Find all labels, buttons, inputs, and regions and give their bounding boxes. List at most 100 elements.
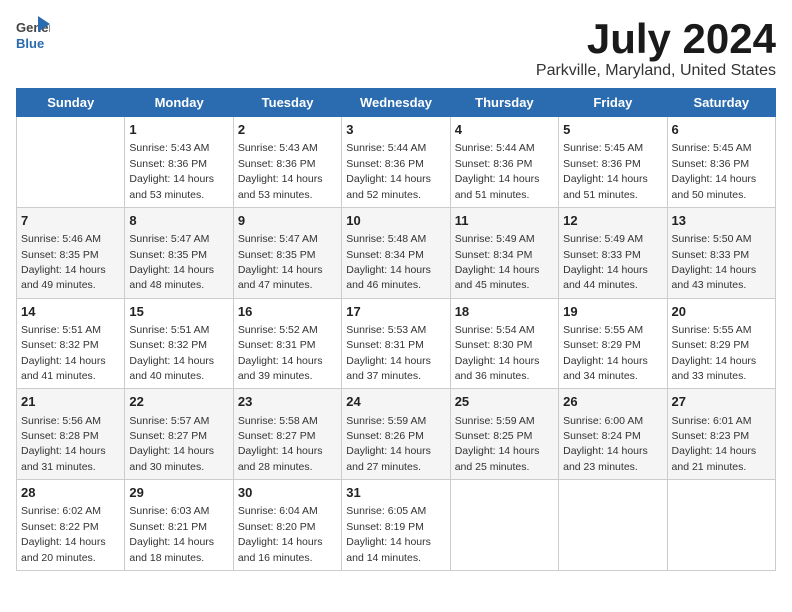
weekday-header: Friday bbox=[559, 89, 667, 117]
day-sunset: Sunset: 8:36 PM bbox=[346, 158, 424, 170]
day-sunrise: Sunrise: 6:05 AM bbox=[346, 505, 426, 517]
calendar-cell: 24 Sunrise: 5:59 AM Sunset: 8:26 PM Dayl… bbox=[342, 389, 450, 480]
day-sunrise: Sunrise: 5:45 AM bbox=[563, 142, 643, 154]
calendar-week-row: 21 Sunrise: 5:56 AM Sunset: 8:28 PM Dayl… bbox=[17, 389, 776, 480]
day-sunset: Sunset: 8:34 PM bbox=[455, 249, 533, 261]
calendar-cell: 14 Sunrise: 5:51 AM Sunset: 8:32 PM Dayl… bbox=[17, 298, 125, 389]
day-sunrise: Sunrise: 6:04 AM bbox=[238, 505, 318, 517]
title-block: July 2024 Parkville, Maryland, United St… bbox=[536, 16, 776, 80]
day-sunset: Sunset: 8:36 PM bbox=[563, 158, 641, 170]
day-daylight: Daylight: 14 hours and 53 minutes. bbox=[238, 173, 323, 200]
calendar-cell: 15 Sunrise: 5:51 AM Sunset: 8:32 PM Dayl… bbox=[125, 298, 233, 389]
day-sunset: Sunset: 8:27 PM bbox=[238, 430, 316, 442]
day-sunrise: Sunrise: 5:59 AM bbox=[455, 415, 535, 427]
page-header: General Blue July 2024 Parkville, Maryla… bbox=[16, 16, 776, 80]
calendar-cell: 21 Sunrise: 5:56 AM Sunset: 8:28 PM Dayl… bbox=[17, 389, 125, 480]
day-daylight: Daylight: 14 hours and 53 minutes. bbox=[129, 173, 214, 200]
day-number: 6 bbox=[672, 121, 771, 139]
day-daylight: Daylight: 14 hours and 45 minutes. bbox=[455, 264, 540, 291]
calendar-cell: 20 Sunrise: 5:55 AM Sunset: 8:29 PM Dayl… bbox=[667, 298, 775, 389]
day-sunset: Sunset: 8:36 PM bbox=[455, 158, 533, 170]
calendar-cell: 18 Sunrise: 5:54 AM Sunset: 8:30 PM Dayl… bbox=[450, 298, 558, 389]
calendar-cell: 11 Sunrise: 5:49 AM Sunset: 8:34 PM Dayl… bbox=[450, 207, 558, 298]
day-number: 14 bbox=[21, 303, 120, 321]
day-number: 29 bbox=[129, 484, 228, 502]
day-sunset: Sunset: 8:34 PM bbox=[346, 249, 424, 261]
day-sunset: Sunset: 8:20 PM bbox=[238, 521, 316, 533]
day-number: 26 bbox=[563, 393, 662, 411]
day-number: 13 bbox=[672, 212, 771, 230]
day-daylight: Daylight: 14 hours and 28 minutes. bbox=[238, 445, 323, 472]
day-number: 25 bbox=[455, 393, 554, 411]
day-sunrise: Sunrise: 6:00 AM bbox=[563, 415, 643, 427]
calendar-table: SundayMondayTuesdayWednesdayThursdayFrid… bbox=[16, 88, 776, 571]
day-sunrise: Sunrise: 5:48 AM bbox=[346, 233, 426, 245]
calendar-cell: 29 Sunrise: 6:03 AM Sunset: 8:21 PM Dayl… bbox=[125, 480, 233, 571]
day-daylight: Daylight: 14 hours and 51 minutes. bbox=[563, 173, 648, 200]
day-daylight: Daylight: 14 hours and 33 minutes. bbox=[672, 355, 757, 382]
day-sunrise: Sunrise: 5:49 AM bbox=[563, 233, 643, 245]
day-daylight: Daylight: 14 hours and 14 minutes. bbox=[346, 536, 431, 563]
day-daylight: Daylight: 14 hours and 46 minutes. bbox=[346, 264, 431, 291]
day-sunset: Sunset: 8:22 PM bbox=[21, 521, 99, 533]
day-sunset: Sunset: 8:30 PM bbox=[455, 339, 533, 351]
day-number: 16 bbox=[238, 303, 337, 321]
calendar-cell: 10 Sunrise: 5:48 AM Sunset: 8:34 PM Dayl… bbox=[342, 207, 450, 298]
day-sunrise: Sunrise: 5:47 AM bbox=[238, 233, 318, 245]
calendar-cell: 5 Sunrise: 5:45 AM Sunset: 8:36 PM Dayli… bbox=[559, 117, 667, 208]
day-daylight: Daylight: 14 hours and 25 minutes. bbox=[455, 445, 540, 472]
day-daylight: Daylight: 14 hours and 41 minutes. bbox=[21, 355, 106, 382]
day-number: 5 bbox=[563, 121, 662, 139]
calendar-cell: 19 Sunrise: 5:55 AM Sunset: 8:29 PM Dayl… bbox=[559, 298, 667, 389]
weekday-header: Monday bbox=[125, 89, 233, 117]
day-daylight: Daylight: 14 hours and 30 minutes. bbox=[129, 445, 214, 472]
day-sunset: Sunset: 8:36 PM bbox=[238, 158, 316, 170]
day-number: 9 bbox=[238, 212, 337, 230]
day-sunset: Sunset: 8:26 PM bbox=[346, 430, 424, 442]
weekday-header: Wednesday bbox=[342, 89, 450, 117]
calendar-cell: 6 Sunrise: 5:45 AM Sunset: 8:36 PM Dayli… bbox=[667, 117, 775, 208]
day-number: 8 bbox=[129, 212, 228, 230]
day-sunset: Sunset: 8:36 PM bbox=[672, 158, 750, 170]
day-daylight: Daylight: 14 hours and 34 minutes. bbox=[563, 355, 648, 382]
day-daylight: Daylight: 14 hours and 49 minutes. bbox=[21, 264, 106, 291]
day-sunrise: Sunrise: 6:02 AM bbox=[21, 505, 101, 517]
calendar-week-row: 28 Sunrise: 6:02 AM Sunset: 8:22 PM Dayl… bbox=[17, 480, 776, 571]
day-sunset: Sunset: 8:31 PM bbox=[346, 339, 424, 351]
calendar-week-row: 7 Sunrise: 5:46 AM Sunset: 8:35 PM Dayli… bbox=[17, 207, 776, 298]
day-daylight: Daylight: 14 hours and 47 minutes. bbox=[238, 264, 323, 291]
day-daylight: Daylight: 14 hours and 31 minutes. bbox=[21, 445, 106, 472]
day-number: 4 bbox=[455, 121, 554, 139]
day-number: 20 bbox=[672, 303, 771, 321]
day-daylight: Daylight: 14 hours and 20 minutes. bbox=[21, 536, 106, 563]
day-number: 31 bbox=[346, 484, 445, 502]
day-daylight: Daylight: 14 hours and 23 minutes. bbox=[563, 445, 648, 472]
day-sunrise: Sunrise: 5:50 AM bbox=[672, 233, 752, 245]
day-number: 3 bbox=[346, 121, 445, 139]
day-number: 30 bbox=[238, 484, 337, 502]
calendar-cell: 26 Sunrise: 6:00 AM Sunset: 8:24 PM Dayl… bbox=[559, 389, 667, 480]
day-daylight: Daylight: 14 hours and 52 minutes. bbox=[346, 173, 431, 200]
day-sunset: Sunset: 8:29 PM bbox=[563, 339, 641, 351]
day-sunset: Sunset: 8:25 PM bbox=[455, 430, 533, 442]
calendar-cell: 3 Sunrise: 5:44 AM Sunset: 8:36 PM Dayli… bbox=[342, 117, 450, 208]
day-sunrise: Sunrise: 5:56 AM bbox=[21, 415, 101, 427]
day-sunrise: Sunrise: 5:52 AM bbox=[238, 324, 318, 336]
day-sunrise: Sunrise: 5:53 AM bbox=[346, 324, 426, 336]
calendar-cell bbox=[450, 480, 558, 571]
day-sunrise: Sunrise: 5:44 AM bbox=[455, 142, 535, 154]
calendar-cell: 16 Sunrise: 5:52 AM Sunset: 8:31 PM Dayl… bbox=[233, 298, 341, 389]
day-sunrise: Sunrise: 5:47 AM bbox=[129, 233, 209, 245]
day-daylight: Daylight: 14 hours and 50 minutes. bbox=[672, 173, 757, 200]
day-sunset: Sunset: 8:21 PM bbox=[129, 521, 207, 533]
day-sunrise: Sunrise: 5:51 AM bbox=[129, 324, 209, 336]
day-sunset: Sunset: 8:28 PM bbox=[21, 430, 99, 442]
calendar-cell: 9 Sunrise: 5:47 AM Sunset: 8:35 PM Dayli… bbox=[233, 207, 341, 298]
day-sunset: Sunset: 8:35 PM bbox=[21, 249, 99, 261]
day-number: 27 bbox=[672, 393, 771, 411]
subtitle: Parkville, Maryland, United States bbox=[536, 62, 776, 80]
calendar-cell bbox=[559, 480, 667, 571]
day-sunrise: Sunrise: 5:49 AM bbox=[455, 233, 535, 245]
day-sunset: Sunset: 8:32 PM bbox=[21, 339, 99, 351]
calendar-cell: 27 Sunrise: 6:01 AM Sunset: 8:23 PM Dayl… bbox=[667, 389, 775, 480]
